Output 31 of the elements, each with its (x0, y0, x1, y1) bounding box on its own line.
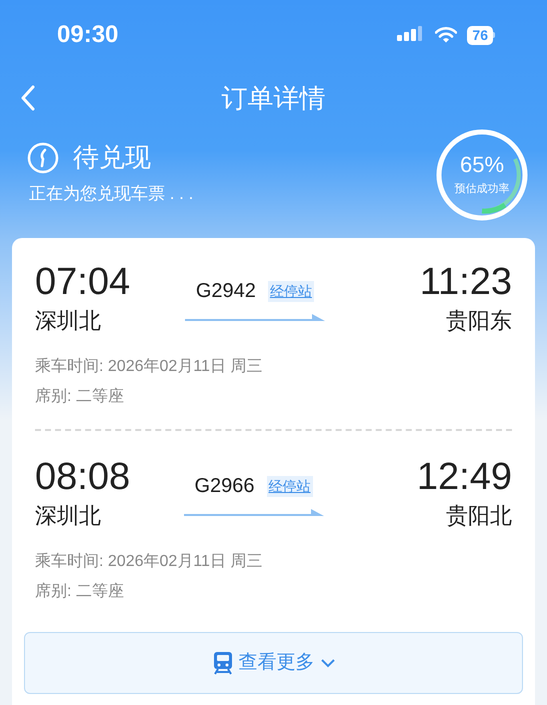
arrival-time: 11:23 (420, 262, 512, 302)
departure-time: 07:04 (35, 262, 130, 302)
seat-class: 席别: 二等座 (35, 582, 125, 602)
departure-station: 深圳北 (35, 502, 102, 530)
battery-icon: 76 (467, 26, 495, 44)
departure-station: 深圳北 (35, 307, 102, 335)
travel-date: 乘车时间: 2026年02月11日 周三 (35, 552, 264, 572)
back-icon[interactable] (20, 85, 36, 111)
rate-label: 预估成功率 (454, 182, 510, 197)
chevron-down-icon (320, 658, 334, 668)
travel-date: 乘车时间: 2026年02月11日 周三 (35, 356, 264, 377)
arrival-station: 贵阳北 (446, 502, 512, 530)
rate-value: 65% (460, 152, 504, 177)
clock-icon (27, 142, 59, 174)
seat-class: 席别: 二等座 (35, 386, 125, 407)
stops-link[interactable]: 经停站 (268, 280, 314, 302)
direction-arrow-icon (184, 314, 326, 323)
wifi-icon (435, 27, 458, 43)
direction-arrow-icon (182, 509, 324, 518)
train-icon (212, 651, 232, 675)
view-more-button[interactable]: 查看更多 (24, 632, 523, 694)
train-number: G2942 (196, 279, 256, 304)
page-title: 订单详情 (222, 82, 326, 114)
stops-link[interactable]: 经停站 (266, 476, 313, 496)
status-time: 09:30 (57, 20, 118, 50)
arrival-time: 12:49 (416, 457, 512, 497)
status-subtitle: 正在为您兑现车票 . . . (29, 183, 194, 205)
arrival-station: 贵阳东 (446, 307, 512, 335)
train-number: G2966 (194, 474, 255, 499)
status-title: 待兑现 (73, 141, 151, 174)
departure-time: 08:08 (35, 457, 130, 497)
